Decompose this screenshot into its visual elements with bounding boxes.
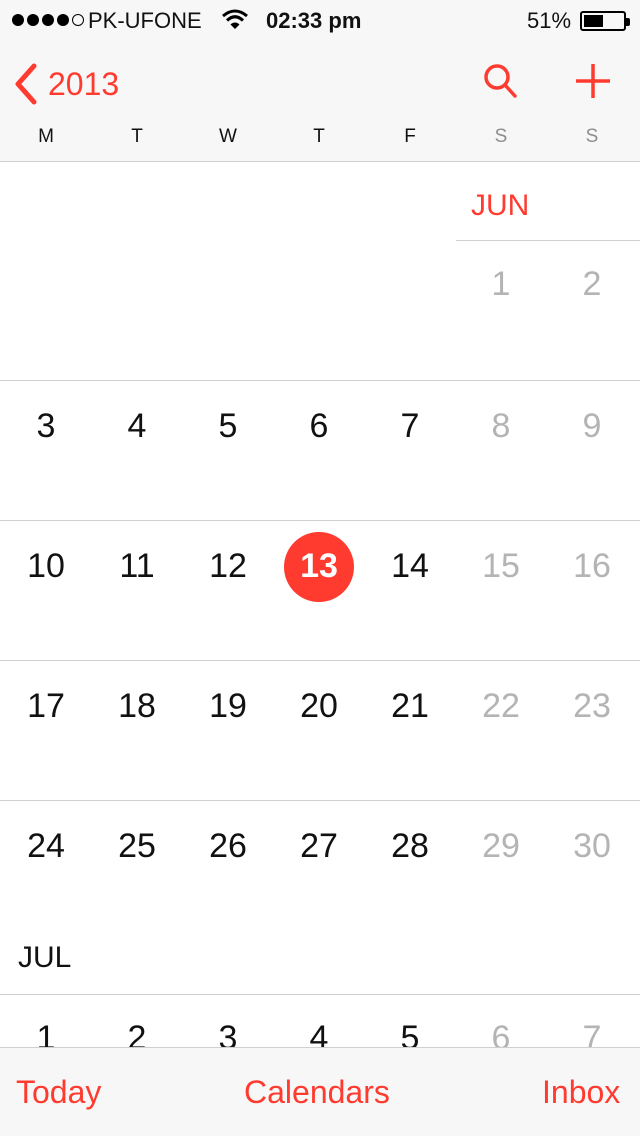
weekday-label: W (219, 126, 237, 147)
calendars-tab[interactable]: Calendars (244, 1074, 390, 1111)
day-cell[interactable]: 3 (183, 1019, 274, 1047)
day-cell[interactable]: 21 (365, 687, 456, 726)
battery-fill (584, 15, 603, 27)
weekday-label: T (313, 126, 325, 147)
day-cell[interactable]: 5 (365, 1019, 456, 1047)
day-cell[interactable]: 10 (1, 547, 92, 586)
day-cell-today[interactable]: 13 (274, 547, 365, 586)
week-separator (0, 380, 640, 381)
month-grid: JUN 1 2 3 4 5 6 7 8 9 10 11 12 13 14 15 16 17 18 19 20 21 22 23… (0, 163, 640, 1047)
weekday-label: S (494, 126, 508, 147)
wifi-icon (222, 9, 248, 29)
signal-dot (12, 14, 24, 26)
tab-bar: Today Calendars Inbox (0, 1047, 640, 1136)
weekday-label: S (585, 126, 599, 147)
signal-dot (57, 14, 69, 26)
week-separator (0, 994, 640, 995)
day-cell[interactable]: 25 (92, 827, 183, 866)
signal-dot (27, 14, 39, 26)
day-cell[interactable]: 15 (456, 547, 547, 586)
back-to-year-button[interactable]: 2013 (12, 62, 119, 106)
signal-dot (42, 14, 54, 26)
day-cell[interactable]: 30 (547, 827, 638, 866)
day-cell[interactable]: 4 (274, 1019, 365, 1047)
month-label-jul: JUL (18, 941, 72, 974)
battery-icon (580, 11, 630, 31)
inbox-tab[interactable]: Inbox (542, 1074, 620, 1111)
status-time: 02:33 pm (266, 8, 362, 33)
header: PK-UFONE 02:33 pm 51% 2013 M T W T F S S (0, 0, 640, 162)
day-cell[interactable]: 5 (183, 407, 274, 446)
day-cell[interactable]: 24 (1, 827, 92, 866)
signal-strength-icon (12, 12, 84, 28)
day-cell[interactable]: 18 (92, 687, 183, 726)
day-cell[interactable]: 6 (274, 407, 365, 446)
day-cell[interactable]: 23 (547, 687, 638, 726)
signal-dot (72, 14, 84, 26)
weekday-header: MTWTFSS (0, 126, 640, 148)
battery-nub (626, 18, 630, 26)
battery-percentage: 51% (527, 8, 572, 33)
today-tab[interactable]: Today (16, 1074, 101, 1111)
day-cell[interactable]: 12 (183, 547, 274, 586)
day-cell[interactable]: 29 (456, 827, 547, 866)
day-cell[interactable]: 7 (547, 1019, 638, 1047)
day-cell[interactable]: 17 (1, 687, 92, 726)
day-cell[interactable]: 14 (365, 547, 456, 586)
day-cell[interactable]: 19 (183, 687, 274, 726)
carrier-name: PK-UFONE (88, 8, 202, 33)
day-cell[interactable]: 4 (92, 407, 183, 446)
week-separator (0, 660, 640, 661)
month-label-jun: JUN (471, 189, 530, 222)
day-cell[interactable]: 1 (456, 265, 547, 304)
day-cell[interactable]: 2 (547, 265, 638, 304)
weekday-label: T (131, 126, 143, 147)
day-cell[interactable]: 1 (1, 1019, 92, 1047)
weekday-label: F (404, 126, 416, 147)
week-separator (0, 800, 640, 801)
day-cell[interactable]: 3 (1, 407, 92, 446)
day-cell[interactable]: 8 (456, 407, 547, 446)
week-separator (456, 240, 640, 241)
day-cell[interactable]: 22 (456, 687, 547, 726)
day-cell[interactable]: 6 (456, 1019, 547, 1047)
day-cell[interactable]: 7 (365, 407, 456, 446)
day-cell[interactable]: 28 (365, 827, 456, 866)
day-cell[interactable]: 11 (92, 547, 183, 586)
weekday-label: M (38, 126, 54, 147)
status-bar: PK-UFONE 02:33 pm 51% (0, 0, 640, 40)
plus-icon[interactable] (574, 62, 612, 100)
back-label: 2013 (48, 65, 120, 102)
day-cell[interactable]: 16 (547, 547, 638, 586)
week-separator (0, 520, 640, 521)
search-icon[interactable] (482, 62, 518, 100)
day-cell[interactable]: 2 (92, 1019, 183, 1047)
day-cell[interactable]: 27 (274, 827, 365, 866)
chevron-left-icon (15, 63, 37, 105)
day-cell[interactable]: 20 (274, 687, 365, 726)
day-cell[interactable]: 26 (183, 827, 274, 866)
day-cell[interactable]: 9 (547, 407, 638, 446)
